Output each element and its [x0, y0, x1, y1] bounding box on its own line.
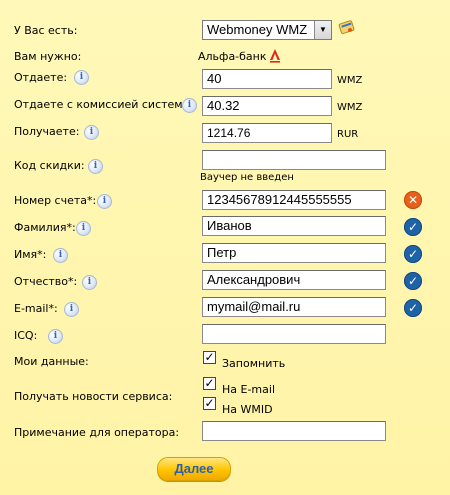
surname-label: Фамилия*:: [14, 221, 76, 234]
remember-checkbox[interactable]: ✓: [203, 351, 216, 364]
info-icon[interactable]: i: [53, 248, 68, 263]
currency-select[interactable]: Webmoney WMZ ▼: [202, 20, 332, 40]
receive-unit: RUR: [337, 129, 359, 140]
news-wmid-checkbox[interactable]: ✓: [203, 397, 216, 410]
check-valid-icon: ✓: [404, 245, 422, 263]
my-data-label: Мои данные:: [14, 355, 89, 368]
receive-input[interactable]: 1214.76: [202, 123, 332, 143]
have-label: У Вас есть:: [14, 24, 78, 37]
email-label: E-mail*:: [14, 302, 58, 315]
info-icon[interactable]: i: [82, 275, 97, 290]
give-fee-unit: WMZ: [337, 102, 363, 113]
account-input[interactable]: 12345678912445555555: [202, 190, 386, 210]
icq-input[interactable]: [202, 324, 386, 344]
news-email-label: На E-mail: [222, 383, 275, 396]
give-label: Отдаете:: [14, 71, 68, 84]
currency-select-value: Webmoney WMZ: [207, 22, 308, 37]
next-button[interactable]: Далее: [157, 457, 231, 481]
wallet-icon: [338, 20, 355, 35]
need-label: Вам нужно:: [14, 50, 82, 63]
discount-label: Код скидки:: [14, 159, 85, 172]
check-valid-icon: ✓: [404, 299, 422, 317]
news-label: Получать новости сервиса:: [14, 390, 173, 403]
chevron-down-icon[interactable]: ▼: [314, 21, 331, 39]
discount-hint: Ваучер не введен: [200, 172, 294, 183]
email-input[interactable]: mymail@mail.ru: [202, 297, 386, 317]
info-icon[interactable]: i: [97, 194, 112, 209]
give-fee-label: Отдаете с комиссией системы:: [14, 98, 195, 111]
discount-input[interactable]: [202, 150, 386, 170]
alfa-bank-logo-icon: [270, 49, 280, 63]
give-fee-input[interactable]: 40.32: [202, 96, 332, 116]
check-valid-icon: ✓: [404, 272, 422, 290]
name-input[interactable]: Петр: [202, 243, 386, 263]
error-icon: ✕: [404, 191, 422, 209]
info-icon[interactable]: i: [48, 329, 63, 344]
need-value: Альфа-банк: [198, 50, 267, 63]
give-input[interactable]: 40: [202, 69, 332, 89]
account-label: Номер счета*:: [14, 194, 97, 207]
note-label: Примечание для оператора:: [14, 426, 180, 439]
surname-input[interactable]: Иванов: [202, 216, 386, 236]
news-wmid-label: На WMID: [222, 403, 273, 416]
receive-label: Получаете:: [14, 125, 80, 138]
info-icon[interactable]: i: [182, 98, 197, 113]
info-icon[interactable]: i: [84, 125, 99, 140]
give-unit: WMZ: [337, 75, 363, 86]
check-valid-icon: ✓: [404, 218, 422, 236]
name-label: Имя*:: [14, 248, 47, 261]
info-icon[interactable]: i: [64, 302, 79, 317]
patronymic-input[interactable]: Александрович: [202, 270, 386, 290]
info-icon[interactable]: i: [88, 159, 103, 174]
news-email-checkbox[interactable]: ✓: [203, 377, 216, 390]
patronymic-label: Отчество*:: [14, 275, 78, 288]
remember-label: Запомнить: [222, 357, 286, 370]
note-input[interactable]: [202, 421, 386, 441]
info-icon[interactable]: i: [74, 70, 89, 85]
icq-label: ICQ:: [14, 329, 38, 342]
info-icon[interactable]: i: [76, 221, 91, 236]
